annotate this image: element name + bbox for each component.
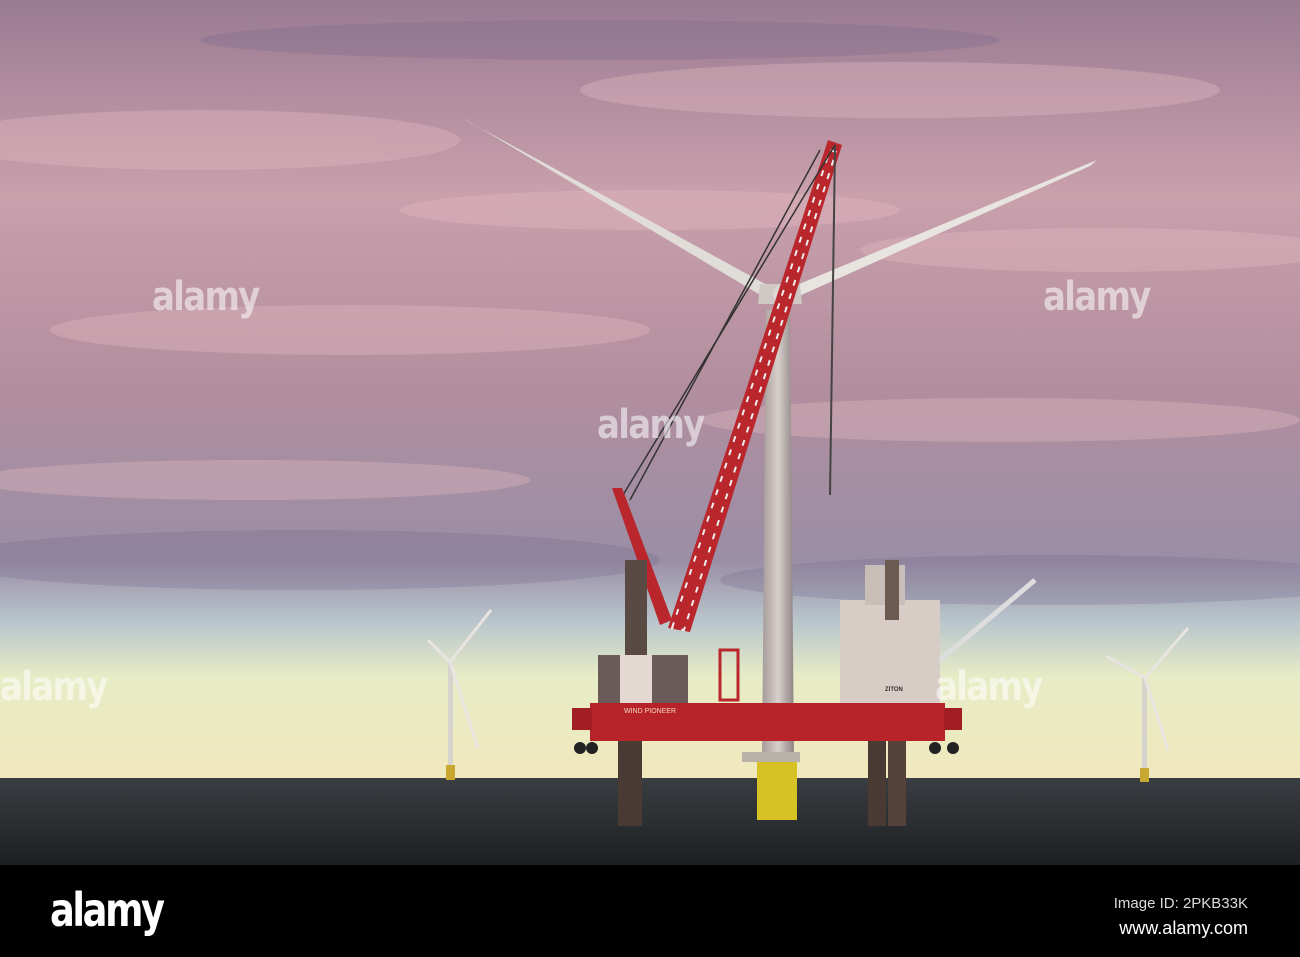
image-id: Image ID: 2PKB33K (1113, 895, 1248, 912)
watermark: alamy (597, 402, 705, 448)
vessel-brand-label: ZITON (885, 687, 903, 693)
stock-photo: WIND PIONEER ZITON alamy alamy alamy ala… (0, 0, 1300, 957)
vessel-name-label: WIND PIONEER (624, 708, 677, 715)
site-url: www.alamy.com (1119, 918, 1248, 938)
watermark: alamy (0, 664, 108, 710)
watermark: alamy (1043, 274, 1151, 320)
sea (0, 778, 1300, 865)
footer-bar: alamy Image ID: 2PKB33K www.alamy.com (0, 865, 1300, 957)
watermark: alamy (152, 274, 260, 320)
photo-scene (0, 0, 1300, 865)
watermark: alamy (935, 664, 1043, 710)
alamy-logo: alamy (50, 883, 165, 937)
